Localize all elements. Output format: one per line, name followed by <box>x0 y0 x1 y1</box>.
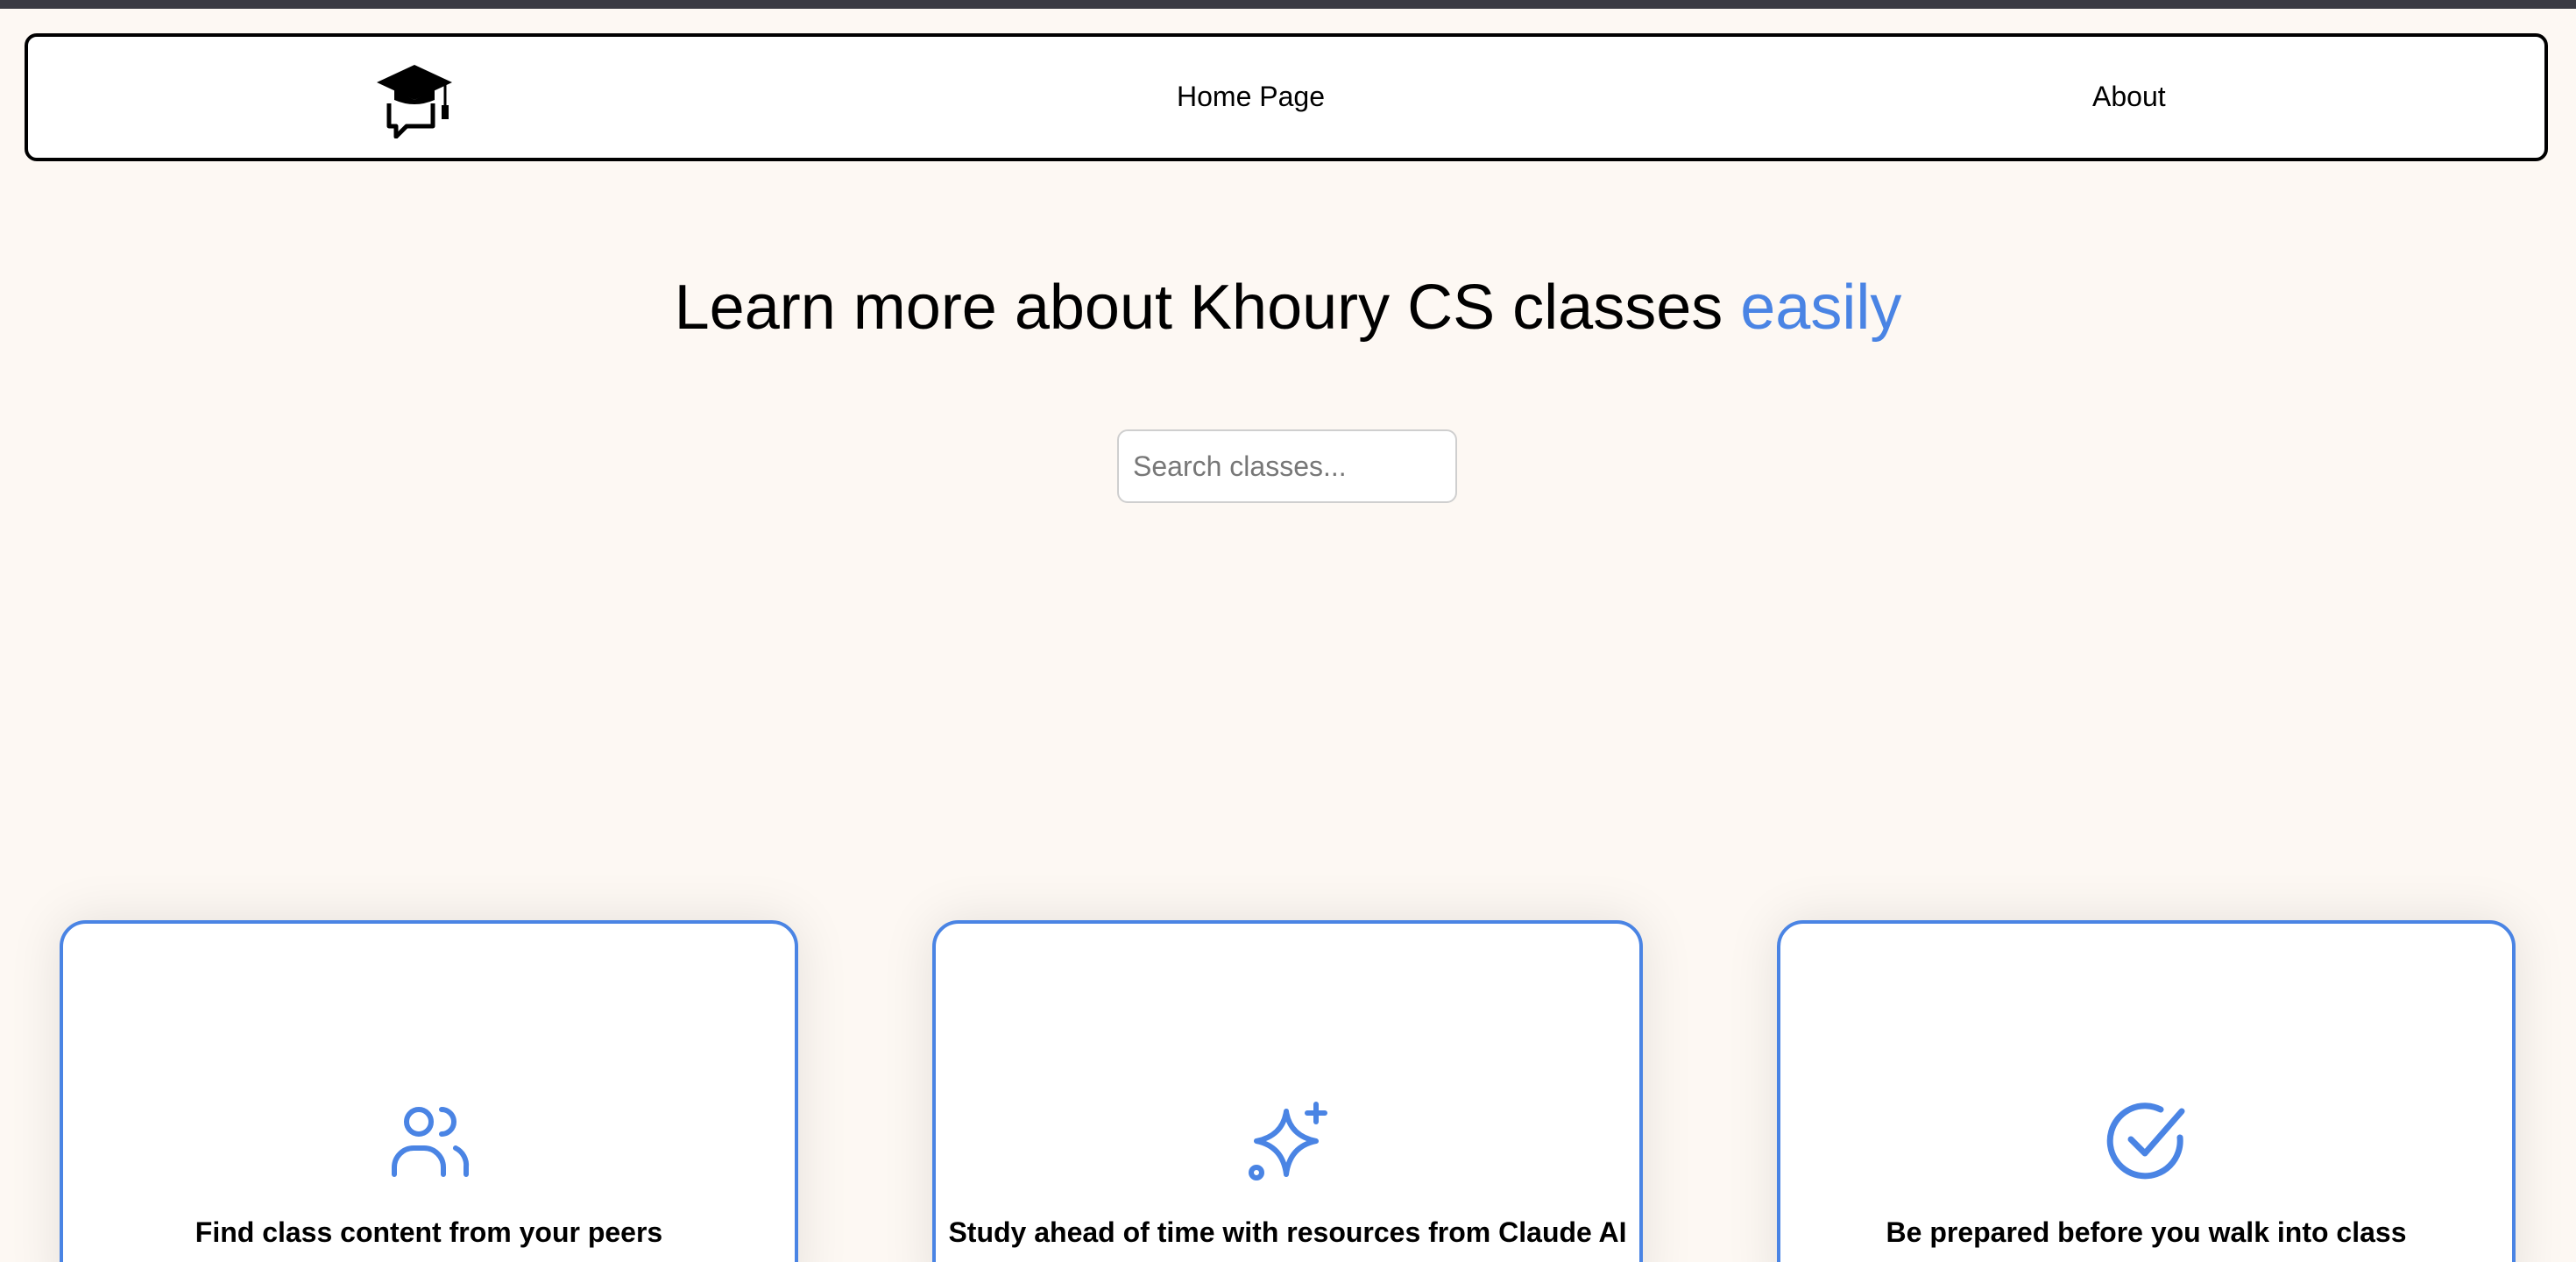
page-headline: Learn more about Khoury CS classes easil… <box>0 272 2576 344</box>
feature-card-peers: Find class content from your peers <box>60 920 798 1262</box>
feature-text: Study ahead of time with resources from … <box>948 1216 1627 1248</box>
check-circle-icon <box>2106 1102 2184 1180</box>
headline-main: Learn more about Khoury CS classes <box>674 273 1741 343</box>
graduation-cap-chat-icon <box>377 65 452 139</box>
feature-card-claude: Study ahead of time with resources from … <box>932 920 1643 1262</box>
nav-about-link[interactable]: About <box>2092 81 2166 113</box>
window-top-strip <box>0 0 2576 9</box>
home-logo-link[interactable] <box>375 61 454 139</box>
feature-text: Find class content from your peers <box>195 1216 663 1248</box>
users-icon <box>391 1107 469 1177</box>
sparkle-icon <box>1248 1102 1327 1180</box>
search-input[interactable] <box>1117 429 1457 503</box>
feature-card-prepared: Be prepared before you walk into class <box>1777 920 2516 1262</box>
headline-accent: easily <box>1740 273 1902 343</box>
navbar: Home Page About <box>25 33 2548 161</box>
feature-text: Be prepared before you walk into class <box>1886 1216 2407 1248</box>
nav-home-link[interactable]: Home Page <box>1177 81 1325 113</box>
